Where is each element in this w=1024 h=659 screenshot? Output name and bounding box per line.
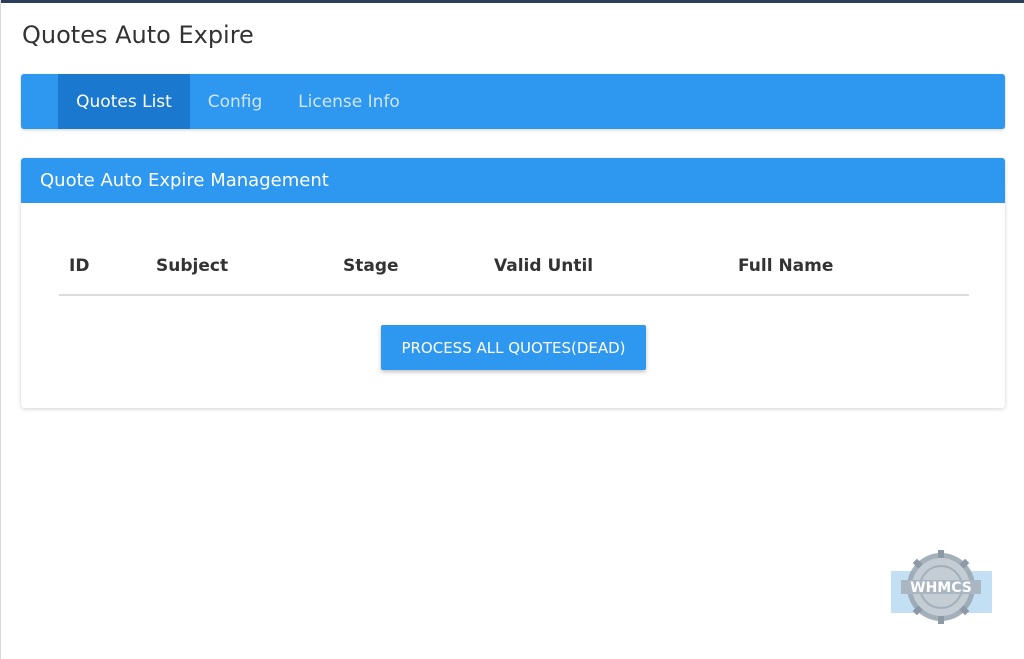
panel-title: Quote Auto Expire Management <box>21 158 1005 203</box>
column-header-id: ID <box>69 256 90 276</box>
column-header-full-name: Full Name <box>738 256 834 276</box>
tab-config[interactable]: Config <box>190 74 280 129</box>
tab-license-info[interactable]: License Info <box>282 74 416 129</box>
page-title: Quotes Auto Expire <box>22 21 254 49</box>
top-border <box>0 0 1024 3</box>
column-header-valid-until: Valid Until <box>494 256 594 276</box>
process-all-quotes-button[interactable]: PROCESS ALL QUOTES(DEAD) <box>381 325 646 370</box>
whmcs-gear-logo-icon: WHMCS <box>891 550 992 624</box>
quote-management-panel: Quote Auto Expire Management ID Subject … <box>21 158 1005 408</box>
tab-quotes-list[interactable]: Quotes List <box>58 74 190 129</box>
column-header-subject: Subject <box>156 256 229 276</box>
quotes-table-header: ID Subject Stage Valid Until Full Name <box>59 244 969 296</box>
whmcs-watermark: WHMCS <box>891 549 992 625</box>
svg-text:WHMCS: WHMCS <box>910 580 972 596</box>
left-border <box>0 0 1 659</box>
column-header-stage: Stage <box>343 256 399 276</box>
tab-bar: Quotes List Config License Info <box>21 74 1005 129</box>
